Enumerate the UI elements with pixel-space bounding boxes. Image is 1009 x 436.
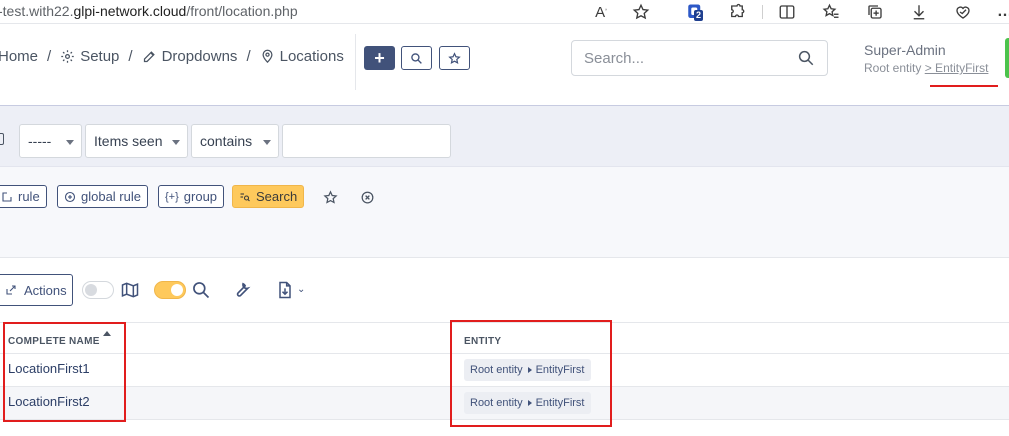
- highlight-box-entity: [450, 320, 612, 427]
- entity-current: > EntityFirst: [924, 61, 989, 75]
- search-criteria-panel: ----- Items seen contains rule global ru…: [0, 105, 1009, 226]
- breadcrumb-locations[interactable]: Locations: [260, 48, 344, 65]
- chevron-down-icon: [66, 140, 74, 145]
- reset-search-icon[interactable]: [357, 187, 377, 207]
- chevron-down-icon[interactable]: ⌄: [297, 284, 305, 295]
- breadcrumb-setup[interactable]: Setup: [60, 48, 119, 65]
- map-pin-icon: [262, 49, 273, 63]
- download-icon[interactable]: [908, 1, 930, 23]
- breadcrumb-locations-label: Locations: [279, 48, 344, 65]
- search-icon[interactable]: [189, 278, 213, 302]
- add-global-rule-button[interactable]: global rule: [57, 185, 148, 208]
- edit-icon: [143, 51, 155, 63]
- add-group-label: group: [183, 189, 218, 204]
- criteria-row: ----- Items seen contains: [0, 106, 1009, 166]
- rule-icon: [2, 191, 12, 202]
- save-search-icon[interactable]: [320, 187, 340, 207]
- actions-button[interactable]: Actions: [0, 274, 73, 306]
- url-path: /front/location.php: [186, 3, 298, 19]
- browser-essentials-icon[interactable]: [952, 1, 974, 23]
- search-list-icon: [240, 192, 250, 201]
- add-rule-label: rule: [18, 189, 40, 204]
- extension-badge: 2: [694, 10, 704, 21]
- operator-select[interactable]: contains: [191, 124, 279, 158]
- breadcrumb-separator: /: [128, 48, 133, 65]
- breadcrumb-separator: /: [47, 48, 52, 65]
- field-select-value: Items seen: [94, 133, 163, 149]
- url-host: glpi-network.cloud: [73, 3, 187, 19]
- url-prefix: -test.with22.: [0, 3, 74, 19]
- search-icon: [411, 52, 422, 64]
- export-file-icon[interactable]: [273, 278, 297, 302]
- link-select[interactable]: -----: [19, 124, 82, 158]
- gear-icon: [61, 50, 74, 63]
- search-button-label: Search: [256, 189, 298, 204]
- breadcrumb: Home / Setup / Dropdowns / Locations: [0, 48, 344, 65]
- global-search: [571, 40, 828, 76]
- highlight-underline: [930, 85, 998, 87]
- chevron-down-icon: [172, 140, 180, 145]
- breadcrumb-home-label: Home: [0, 48, 39, 65]
- highlight-box-complete-name: [3, 322, 126, 422]
- map-toggle[interactable]: [154, 281, 186, 299]
- braces-icon: {+}: [165, 190, 179, 203]
- read-aloud-icon[interactable]: Aʼ: [590, 1, 612, 23]
- url-text[interactable]: -test.with22.glpi-network.cloud/front/lo…: [0, 3, 298, 19]
- status-indicator: [1005, 38, 1009, 78]
- map-icon[interactable]: [118, 278, 142, 302]
- add-global-rule-label: global rule: [81, 189, 141, 204]
- actions-label: Actions: [24, 282, 67, 298]
- user-menu[interactable]: Super-Admin Root entity > EntityFirst: [864, 42, 988, 75]
- entity-root: Root entity: [864, 61, 922, 75]
- extension-icon[interactable]: 2: [684, 1, 706, 23]
- bookmark-button[interactable]: [439, 46, 470, 70]
- breadcrumb-separator: /: [246, 48, 251, 65]
- actions-icon: [6, 285, 16, 295]
- favorites-icon[interactable]: [820, 1, 842, 23]
- search-button[interactable]: Search: [232, 185, 305, 208]
- add-group-button[interactable]: {+} group: [158, 185, 225, 208]
- breadcrumb-setup-label: Setup: [80, 48, 120, 65]
- section-spacer: [0, 226, 1009, 258]
- criteria-actions-row: rule global rule {+} group Search: [0, 166, 1009, 226]
- search-icon[interactable]: [797, 49, 815, 67]
- split-screen-icon[interactable]: [776, 1, 798, 23]
- header-divider: [355, 34, 356, 90]
- app-header: Home / Setup / Dropdowns / Locations + S…: [0, 24, 1009, 90]
- breadcrumb-dropdowns-label: Dropdowns: [161, 48, 238, 65]
- browser-address-bar: -test.with22.glpi-network.cloud/front/lo…: [0, 0, 1009, 24]
- toggle-knob: [85, 284, 97, 296]
- criteria-value-input[interactable]: [282, 124, 451, 158]
- more-menu-icon[interactable]: …: [994, 1, 1009, 23]
- add-button[interactable]: +: [364, 46, 395, 70]
- trash-toggle[interactable]: [82, 281, 114, 299]
- field-select[interactable]: Items seen: [85, 124, 188, 158]
- wrench-icon[interactable]: [229, 278, 253, 302]
- plus-circle-icon: [64, 191, 76, 202]
- chevron-down-icon: [263, 140, 271, 145]
- toggle-knob: [171, 284, 183, 296]
- global-search-input[interactable]: [584, 50, 784, 67]
- puzzle-icon[interactable]: [726, 1, 748, 23]
- link-select-value: -----: [28, 133, 52, 149]
- search-toggle-button[interactable]: [401, 46, 432, 70]
- star-icon: [448, 51, 461, 64]
- user-entity: Root entity > EntityFirst: [864, 61, 988, 75]
- add-rule-button[interactable]: rule: [0, 185, 47, 208]
- operator-select-value: contains: [200, 133, 253, 149]
- collections-icon[interactable]: [864, 1, 886, 23]
- breadcrumb-home[interactable]: Home: [0, 48, 38, 65]
- toolbar-separator: [762, 5, 763, 19]
- favorite-star-icon[interactable]: [630, 1, 652, 23]
- criteria-checkbox[interactable]: [0, 133, 4, 145]
- user-name: Super-Admin: [864, 42, 946, 58]
- breadcrumb-dropdowns[interactable]: Dropdowns: [142, 48, 238, 65]
